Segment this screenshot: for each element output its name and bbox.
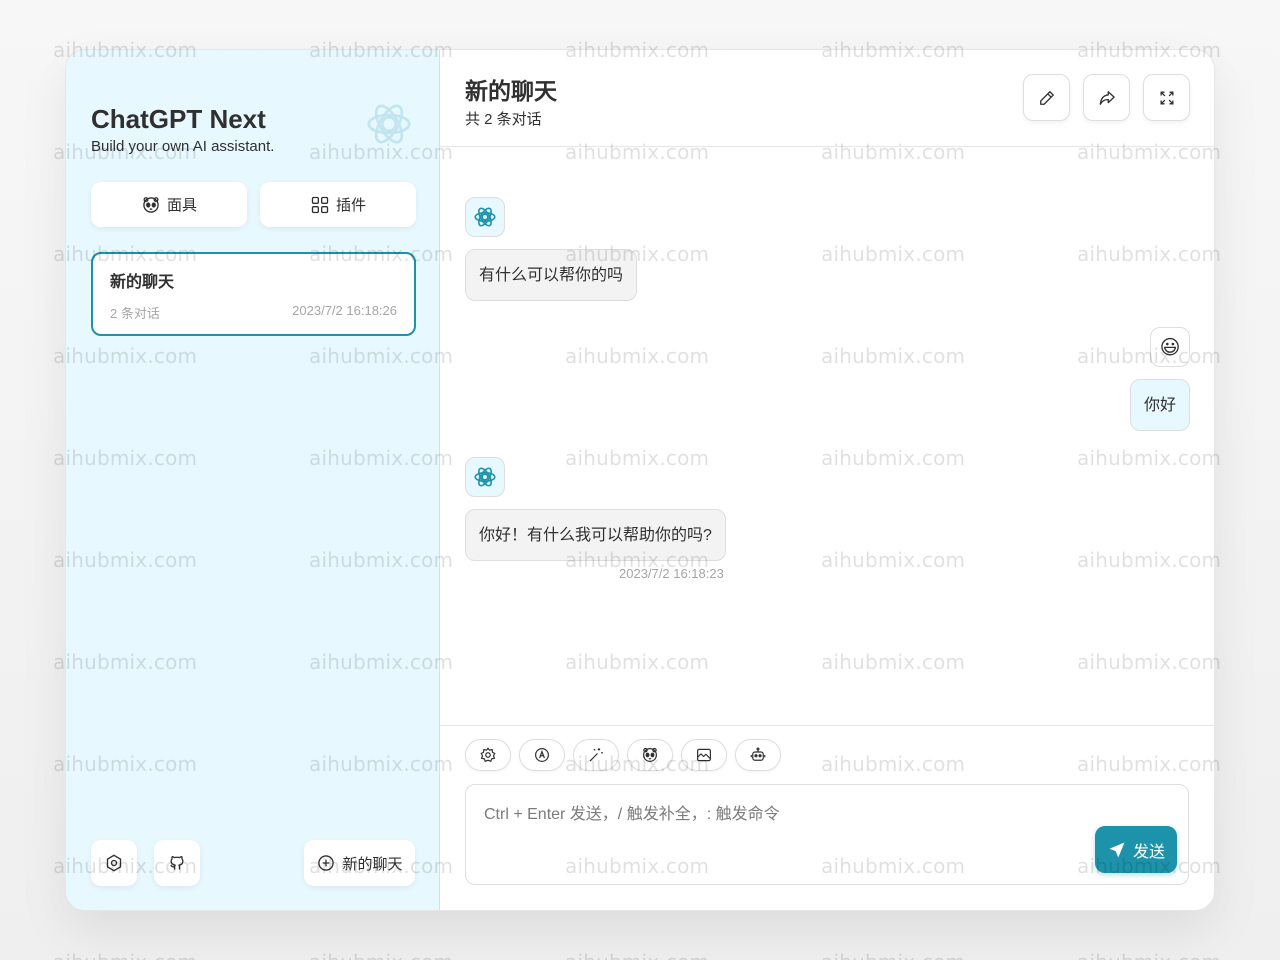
settings-tool-button[interactable]: [465, 739, 511, 771]
theme-tool-button[interactable]: [519, 739, 565, 771]
openai-logo-icon: [367, 104, 411, 144]
user-avatar: 😃: [1150, 327, 1190, 367]
share-button[interactable]: [1083, 74, 1130, 121]
watermark-text: aihubmix.com: [309, 950, 453, 960]
assistant-message: 你好！有什么我可以帮助你的吗?: [465, 509, 726, 561]
image-icon: [697, 748, 711, 762]
masks-label: 面具: [166, 197, 197, 214]
watermark-text: aihubmix.com: [821, 950, 965, 960]
edit-button[interactable]: [1023, 74, 1070, 121]
robot-icon: [750, 747, 766, 761]
mask-tool-button[interactable]: [627, 739, 673, 771]
chat-input-panel: 发送: [440, 725, 1214, 910]
send-icon: [1109, 842, 1125, 857]
chat-item-count: 2 条对话: [110, 306, 160, 321]
app-window: ChatGPT Next Build your own AI assistant…: [65, 49, 1215, 911]
openai-logo-icon: [474, 467, 496, 487]
sidebar-footer: 新的聊天: [91, 840, 415, 886]
input-toolbar: [465, 739, 781, 771]
sidebar: ChatGPT Next Build your own AI assistant…: [66, 50, 440, 910]
settings-icon: [480, 747, 496, 762]
new-chat-label: 新的聊天: [342, 855, 403, 873]
chat-item-time: 2023/7/2 16:18:26: [292, 303, 397, 318]
robot-tool-button[interactable]: [735, 739, 781, 771]
fullscreen-button[interactable]: [1143, 74, 1190, 121]
chat-input[interactable]: [465, 784, 1189, 885]
chat-panel: 新的聊天 共 2 条对话 有什么可以帮你的吗 😃 你好 你好！有什么我可以帮助你…: [440, 50, 1214, 910]
theme-auto-icon: [535, 748, 549, 762]
sidebar-actions: 面具 插件: [91, 182, 416, 227]
assistant-message: 有什么可以帮你的吗: [465, 249, 638, 301]
chat-header: 新的聊天 共 2 条对话: [440, 50, 1214, 147]
mask-icon: [643, 747, 657, 762]
message-timestamp: 2023/7/2 16:18:23: [619, 566, 724, 581]
chat-list-item[interactable]: 新的聊天 2 条对话 2023/7/2 16:18:26: [91, 252, 416, 336]
plugins-button[interactable]: 插件: [260, 182, 416, 227]
chat-item-title: 新的聊天: [110, 274, 175, 291]
prompt-tool-button[interactable]: [573, 739, 619, 771]
send-label: 发送: [1132, 843, 1165, 861]
watermark-text: aihubmix.com: [1077, 950, 1221, 960]
edit-icon: [1039, 90, 1054, 105]
add-circle-icon: [318, 855, 335, 871]
brand-title: ChatGPT Next: [91, 104, 266, 134]
settings-button[interactable]: [91, 840, 137, 886]
assistant-avatar: [465, 197, 505, 237]
masks-button[interactable]: 面具: [91, 182, 247, 227]
plugins-label: 插件: [335, 197, 366, 214]
settings-icon: [106, 854, 122, 872]
user-message: 你好: [1129, 379, 1190, 431]
chat-subtitle: 共 2 条对话: [465, 111, 542, 128]
share-icon: [1099, 90, 1115, 105]
chat-title[interactable]: 新的聊天: [465, 72, 557, 106]
prompt-magic-icon: [589, 748, 603, 762]
assistant-avatar: [465, 457, 505, 497]
send-button[interactable]: 发送: [1095, 826, 1177, 873]
brand-subtitle: Build your own AI assistant.: [91, 138, 275, 155]
image-tool-button[interactable]: [681, 739, 727, 771]
mask-icon: [143, 196, 159, 213]
new-chat-button[interactable]: 新的聊天: [304, 840, 415, 886]
watermark-text: aihubmix.com: [53, 950, 197, 960]
github-button[interactable]: [154, 840, 200, 886]
watermark-text: aihubmix.com: [565, 950, 709, 960]
github-icon: [170, 856, 184, 870]
plugins-grid-icon: [311, 196, 329, 213]
openai-logo-icon: [474, 207, 496, 227]
fullscreen-icon: [1160, 91, 1173, 104]
